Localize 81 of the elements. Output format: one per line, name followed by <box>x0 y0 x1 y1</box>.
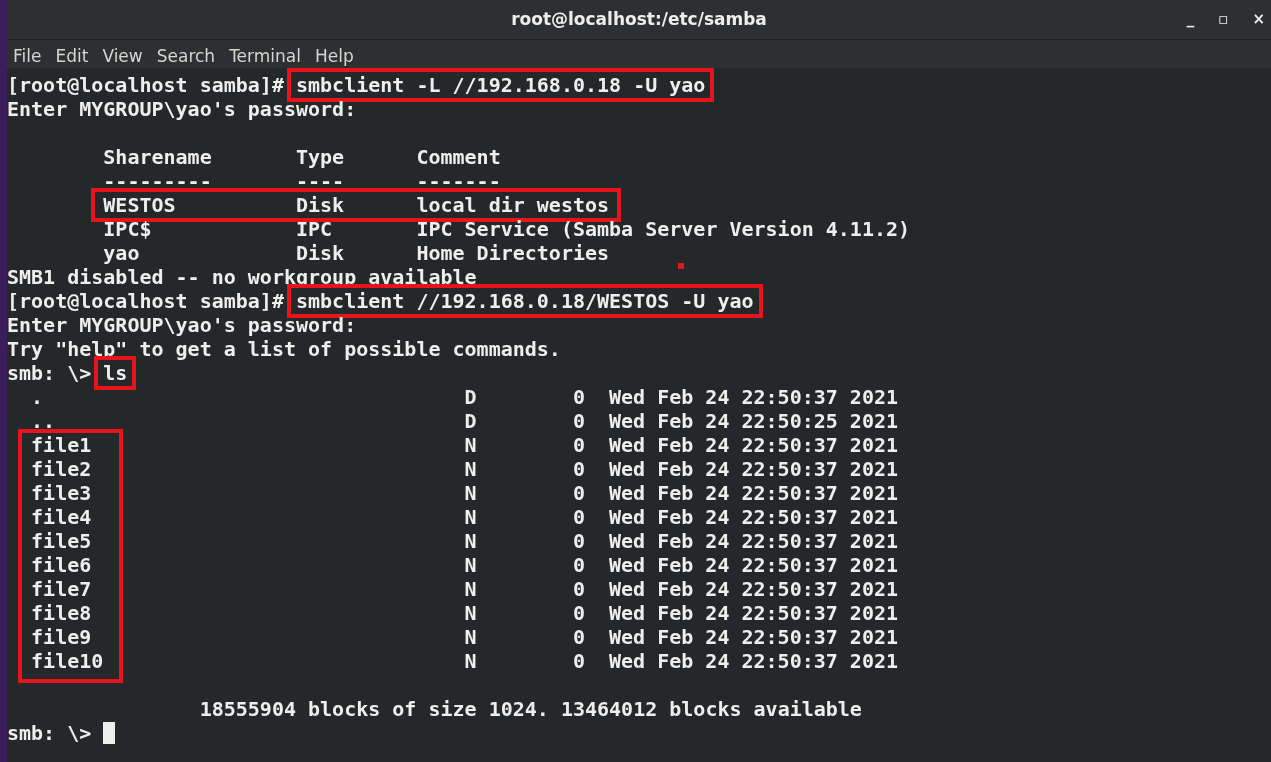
file-date: Wed Feb 24 22:50:37 2021 <box>609 385 898 409</box>
file-name: file7 <box>30 577 93 601</box>
file-name: file2 <box>30 457 93 481</box>
column-header: Sharename <box>103 145 213 169</box>
column-header: Comment <box>416 145 501 169</box>
file-date: Wed Feb 24 22:50:37 2021 <box>609 553 898 577</box>
file-date: Wed Feb 24 22:50:37 2021 <box>609 529 898 553</box>
file-name: file8 <box>30 601 93 625</box>
file-date: Wed Feb 24 22:50:25 2021 <box>609 409 898 433</box>
close-button[interactable]: × <box>1252 12 1265 27</box>
file-date: Wed Feb 24 22:50:37 2021 <box>609 505 898 529</box>
share-cell-text: IPC$ <box>103 217 153 241</box>
file-name: file6 <box>30 553 93 577</box>
file-name: file9 <box>30 625 93 649</box>
prompt-text: smb: \> <box>7 721 93 745</box>
disk-summary: 18555904 blocks of size 1024. 13464012 blocks available <box>199 697 862 721</box>
file-attribute: D <box>464 385 477 409</box>
file-name: file1 <box>30 433 93 457</box>
file-name: file4 <box>30 505 93 529</box>
file-date: Wed Feb 24 22:50:37 2021 <box>609 457 898 481</box>
highlighted-command: smbclient -L //192.168.0.18 -U yao <box>287 68 715 102</box>
file-date: Wed Feb 24 22:50:37 2021 <box>609 601 898 625</box>
file-attribute: N <box>464 529 477 553</box>
share-cell: IPC Service (Samba Server Version 4.11.2) <box>416 217 911 241</box>
file-attribute: N <box>464 433 477 457</box>
header-rule: ------- <box>416 169 501 193</box>
file-date: Wed Feb 24 22:50:37 2021 <box>609 577 898 601</box>
menu-item[interactable]: Search <box>156 45 216 67</box>
window-title: root@localhost:/etc/samba <box>511 7 767 31</box>
file-size: 0 <box>571 409 585 433</box>
header-rule: --------- <box>103 169 213 193</box>
file-size: 0 <box>571 457 585 481</box>
file-attribute: N <box>464 457 477 481</box>
terminal-text: [root@localhost samba]# <box>7 289 285 313</box>
file-name: file3 <box>30 481 93 505</box>
file-attribute: N <box>464 481 477 505</box>
menu-item[interactable]: Terminal <box>229 45 301 67</box>
file-date: Wed Feb 24 22:50:37 2021 <box>609 625 898 649</box>
file-date: Wed Feb 24 22:50:37 2021 <box>609 481 898 505</box>
terminal-text: smb: \> <box>7 361 93 385</box>
file-size: 0 <box>571 625 585 649</box>
highlighted-command: smbclient //192.168.0.18/WESTOS -U yao <box>287 284 763 318</box>
file-size: 0 <box>571 553 585 577</box>
highlighted-command: ls <box>94 356 137 390</box>
menu-item[interactable]: Edit <box>55 45 89 67</box>
terminal-text: [root@localhost samba]# <box>7 73 285 97</box>
share-cell-text: IPC <box>296 217 334 241</box>
file-size: 0 <box>571 433 585 457</box>
file-size: 0 <box>571 601 585 625</box>
file-size: 0 <box>571 505 585 529</box>
file-attribute: N <box>464 577 477 601</box>
file-size: 0 <box>571 649 585 673</box>
menu-item[interactable]: Help <box>314 45 354 67</box>
file-name: file5 <box>30 529 93 553</box>
file-attribute: D <box>464 409 477 433</box>
file-size: 0 <box>571 385 585 409</box>
file-name: .. <box>30 409 57 433</box>
file-size: 0 <box>571 481 585 505</box>
file-attribute: N <box>464 505 477 529</box>
minimize-button[interactable]: _ <box>1186 12 1195 27</box>
file-attribute: N <box>464 649 477 673</box>
file-date: Wed Feb 24 22:50:37 2021 <box>609 433 898 457</box>
file-attribute: N <box>464 601 477 625</box>
file-name: file10 <box>30 649 105 673</box>
share-cell-text: yao <box>103 241 141 265</box>
menu-item[interactable]: View <box>102 45 143 67</box>
maximize-button[interactable]: ▫ <box>1218 12 1229 27</box>
file-size: 0 <box>571 577 585 601</box>
file-name: . <box>30 385 45 409</box>
column-header: Type <box>296 145 346 169</box>
file-attribute: N <box>464 625 477 649</box>
share-cell: Home Directories <box>416 241 610 265</box>
header-rule: ---- <box>296 169 346 193</box>
menu-item[interactable]: File <box>13 45 42 67</box>
share-cell-text: Disk <box>296 193 346 217</box>
file-date: Wed Feb 24 22:50:37 2021 <box>609 649 898 673</box>
file-attribute: N <box>464 553 477 577</box>
file-size: 0 <box>571 529 585 553</box>
share-cell-text: WESTOS <box>103 193 177 217</box>
share-cell: local dir westos <box>416 193 610 217</box>
share-cell-text: Disk <box>296 241 346 265</box>
